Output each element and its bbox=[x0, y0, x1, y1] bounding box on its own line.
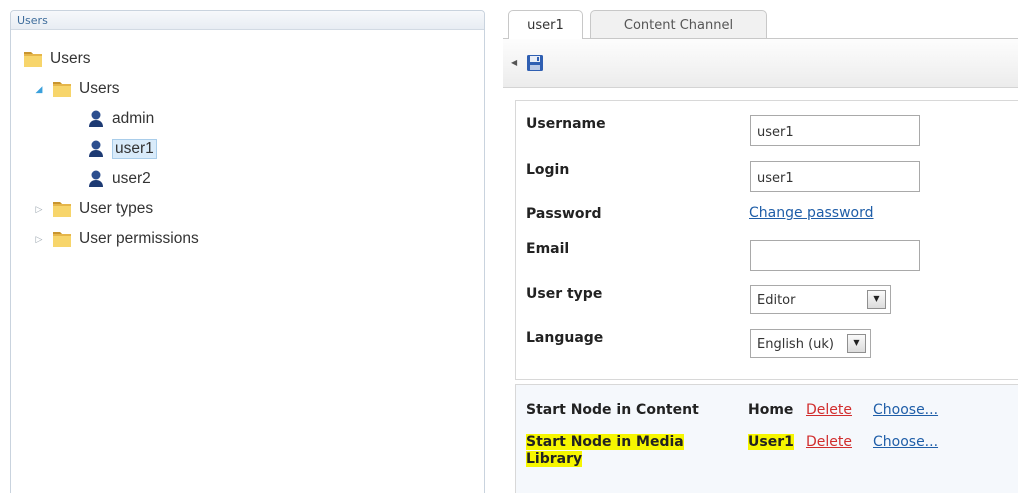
start-node-media-delete-link[interactable]: Delete bbox=[806, 434, 852, 450]
user-type-select[interactable]: Editor ▼ bbox=[750, 285, 891, 314]
toolbar: ◀ bbox=[503, 39, 1018, 88]
change-password-link[interactable]: Change password bbox=[749, 205, 874, 221]
login-field[interactable]: user1 bbox=[750, 161, 920, 192]
tree-item-label: Users bbox=[50, 50, 91, 67]
collapsed-arrow-icon[interactable]: ▷ bbox=[32, 204, 46, 215]
user-type-selected: Editor bbox=[757, 293, 796, 308]
tab-label: Content Channel bbox=[623, 18, 734, 33]
chevron-down-icon[interactable]: ▼ bbox=[867, 290, 886, 309]
start-node-content-value: Home bbox=[748, 402, 794, 418]
tree-item-label: Users bbox=[79, 80, 120, 97]
save-icon[interactable] bbox=[526, 54, 544, 72]
users-tree-panel: Users Users ◢ Users admin user1 user2 ▷ … bbox=[10, 10, 485, 493]
user-icon bbox=[87, 109, 107, 129]
collapsed-arrow-icon[interactable]: ▷ bbox=[32, 234, 46, 245]
user-icon bbox=[87, 139, 107, 159]
email-field[interactable] bbox=[750, 240, 920, 271]
language-label: Language bbox=[526, 330, 604, 346]
user-icon bbox=[87, 169, 107, 189]
tree-item-user-user1[interactable]: user1 bbox=[87, 138, 157, 160]
start-node-media-value: User1 bbox=[748, 434, 794, 450]
start-node-media-choose-link[interactable]: Choose... bbox=[873, 434, 938, 450]
tree-item-user-permissions[interactable]: ▷ User permissions bbox=[32, 228, 199, 250]
folder-icon bbox=[51, 230, 73, 249]
tree-item-user-admin[interactable]: admin bbox=[87, 108, 154, 130]
start-node-media-label: Start Node in Media Library bbox=[526, 434, 716, 468]
panel-header: Users bbox=[11, 11, 484, 30]
chevron-down-icon[interactable]: ▼ bbox=[847, 334, 866, 353]
start-node-content-choose-link[interactable]: Choose... bbox=[873, 402, 938, 418]
start-node-content-delete-link[interactable]: Delete bbox=[806, 402, 852, 418]
tab-content-channel[interactable]: Content Channel bbox=[590, 10, 767, 38]
tree-item-user-types[interactable]: ▷ User types bbox=[32, 198, 154, 220]
tree-item-label: admin bbox=[112, 110, 155, 127]
tree-item-user-user2[interactable]: user2 bbox=[87, 168, 151, 190]
tree-item-users-root[interactable]: Users bbox=[22, 48, 90, 70]
username-field[interactable]: user1 bbox=[750, 115, 920, 146]
tree-item-label: User types bbox=[79, 200, 154, 217]
start-node-media-label-text: Start Node in Media Library bbox=[526, 434, 684, 467]
tree-item-users-folder[interactable]: ◢ Users bbox=[32, 78, 120, 100]
tab-label: user1 bbox=[527, 18, 564, 33]
user-type-label: User type bbox=[526, 286, 603, 302]
tree-item-label: User permissions bbox=[79, 230, 199, 247]
expanded-arrow-icon[interactable]: ◢ bbox=[32, 84, 46, 95]
folder-icon bbox=[51, 200, 73, 219]
start-node-media-value-text: User1 bbox=[748, 434, 794, 450]
tree-item-label: user2 bbox=[112, 170, 151, 187]
folder-icon bbox=[51, 80, 73, 99]
tab-user1[interactable]: user1 bbox=[508, 10, 583, 39]
folder-icon bbox=[22, 50, 44, 69]
password-label: Password bbox=[526, 206, 602, 222]
login-label: Login bbox=[526, 162, 570, 178]
language-selected: English (uk) bbox=[757, 337, 834, 352]
arrow-left-icon[interactable]: ◀ bbox=[511, 58, 517, 67]
username-label: Username bbox=[526, 116, 606, 132]
start-node-content-label: Start Node in Content bbox=[526, 402, 699, 418]
start-nodes-section: Start Node in Content Home Delete Choose… bbox=[515, 384, 1018, 493]
language-select[interactable]: English (uk) ▼ bbox=[750, 329, 871, 358]
user-form: Username user1 Login user1 Password Chan… bbox=[515, 100, 1018, 380]
email-label: Email bbox=[526, 241, 570, 257]
tree-item-label: user1 bbox=[112, 139, 157, 159]
